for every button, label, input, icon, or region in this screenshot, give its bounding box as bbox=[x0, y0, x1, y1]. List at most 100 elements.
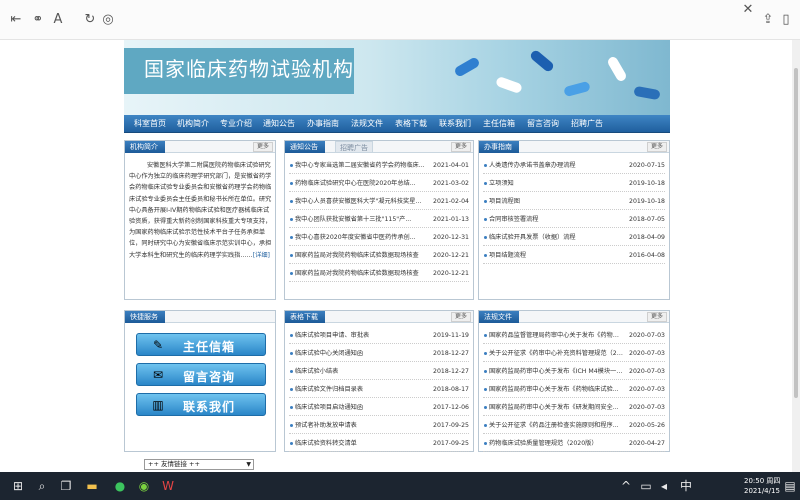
list-item[interactable]: 国家药品监督管理局药审中心关于发布《药物临床试验... 2020-07-03 bbox=[483, 327, 665, 344]
nav-item-recruitment[interactable]: 招聘广告 bbox=[571, 118, 603, 129]
tab-notices[interactable]: 通知公告 bbox=[285, 141, 325, 153]
link-icon[interactable]: ⚭ bbox=[30, 12, 46, 28]
list-item[interactable]: 国家药监局药审中心关于发布《研发期间安全... 2020-07-03 bbox=[483, 399, 665, 416]
item-title[interactable]: 国家药监局药审中心关于发布《药物临床试验... bbox=[489, 381, 624, 398]
share-icon[interactable]: ⇪ bbox=[760, 12, 776, 28]
item-title[interactable]: 立项须知 bbox=[489, 175, 624, 192]
list-item[interactable]: 合同审核签署流程 2018-07-05 bbox=[483, 211, 665, 228]
windows-start-icon[interactable]: ⊞ bbox=[10, 478, 26, 494]
clock[interactable]: 20:50 周四 2021/4/15 bbox=[744, 476, 780, 496]
list-item[interactable]: 关于公开征求《药品注册检查实施原则和程序... 2020-05-26 bbox=[483, 417, 665, 434]
item-title[interactable]: 人类遗传办承诺书盖章办理流程 bbox=[489, 157, 624, 174]
page-scrollbar[interactable] bbox=[792, 40, 800, 472]
detail-link[interactable]: [详细] bbox=[253, 252, 270, 259]
list-item[interactable]: 国家药监局药审中心关于发布《ICH M4模块一行... 2020-07-03 bbox=[483, 363, 665, 380]
item-title[interactable]: 临床试验小结表 bbox=[295, 363, 430, 380]
list-item[interactable]: 立项须知 2019-10-18 bbox=[483, 175, 665, 192]
list-item[interactable]: 药物临床试验质量管理规范（2020版） 2020-04-27 bbox=[483, 435, 665, 452]
item-title[interactable]: 临床试验开具发票（收据）流程 bbox=[489, 229, 624, 246]
scrollbar-thumb[interactable] bbox=[794, 68, 798, 398]
chevron-up-icon[interactable]: ^ bbox=[618, 478, 634, 494]
nav-item-about[interactable]: 机构简介 bbox=[177, 118, 209, 129]
close-icon[interactable]: ✕ bbox=[740, 2, 756, 18]
item-title[interactable]: 关于公开征求《药品注册检查实施原则和程序... bbox=[489, 417, 624, 434]
list-item[interactable]: 关于公开征求《药审中心补充资料管理规范（20... 2020-07-03 bbox=[483, 345, 665, 362]
list-item[interactable]: 我中心喜获2020年度安徽省中医药传承创... 2020-12-31 bbox=[289, 229, 469, 246]
refresh-icon[interactable]: ↻ bbox=[82, 12, 98, 28]
back-icon[interactable]: ⇤ bbox=[8, 12, 24, 28]
item-title[interactable]: 临床试验项目申请、审批表 bbox=[295, 327, 430, 344]
item-title[interactable]: 国家药监局药审中心关于发布《ICH M4模块一行... bbox=[489, 363, 624, 380]
item-title[interactable]: 项目流程图 bbox=[489, 193, 624, 210]
consult-button[interactable]: ✉ 留言咨询 bbox=[136, 363, 266, 386]
item-title[interactable]: 我中心人员喜获安徽医科大学"凝元科技奖星... bbox=[295, 193, 430, 210]
item-title[interactable]: 国家药监局对我院药物临床试验数据现场核查 bbox=[295, 247, 430, 264]
tab-recruitment[interactable]: 招聘广告 bbox=[335, 141, 373, 153]
more-button[interactable]: 更多 bbox=[450, 312, 471, 322]
list-item[interactable]: 项目结题流程 2016-04-08 bbox=[483, 247, 665, 264]
list-item[interactable]: 人类遗传办承诺书盖章办理流程 2020-07-15 bbox=[483, 157, 665, 174]
nav-item-specialties[interactable]: 专业介绍 bbox=[220, 118, 252, 129]
compass-icon[interactable]: ◎ bbox=[100, 12, 116, 28]
list-item[interactable]: 药物临床试验研究中心在医院2020年总结... 2021-03-02 bbox=[289, 175, 469, 192]
task-view-icon[interactable]: ❐ bbox=[58, 478, 74, 494]
volume-icon[interactable]: ◂ bbox=[656, 478, 672, 494]
item-title[interactable]: 国家药品监督管理局药审中心关于发布《药物临床试验... bbox=[489, 327, 624, 344]
director-mailbox-button[interactable]: ✎ 主任信箱 bbox=[136, 333, 266, 356]
list-item[interactable]: 临床试验资料转交清单 2017-09-25 bbox=[289, 435, 469, 452]
contact-button[interactable]: ▥ 联系我们 bbox=[136, 393, 266, 416]
list-item[interactable]: 预试者补助发放申请表 2017-09-25 bbox=[289, 417, 469, 434]
more-button[interactable]: 更多 bbox=[450, 142, 471, 152]
more-button[interactable]: 更多 bbox=[646, 312, 667, 322]
read-aloud-icon[interactable]: A bbox=[50, 12, 66, 28]
search-icon[interactable]: ⌕ bbox=[34, 478, 50, 494]
item-title[interactable]: 我中心喜获2020年度安徽省中医药传承创... bbox=[295, 229, 430, 246]
more-button[interactable]: 更多 bbox=[646, 142, 667, 152]
nav-item-downloads[interactable]: 表格下载 bbox=[395, 118, 427, 129]
list-item[interactable]: 临床试验小结表 2018-12-27 bbox=[289, 363, 469, 380]
item-title[interactable]: 关于公开征求《药审中心补充资料管理规范（20... bbox=[489, 345, 624, 362]
reading-list-icon[interactable]: ▯ bbox=[778, 12, 794, 28]
list-item[interactable]: 临床试验开具发票（收据）流程 2018-04-09 bbox=[483, 229, 665, 246]
list-item[interactable]: 临床试验中心关闭通知函 2018-12-27 bbox=[289, 345, 469, 362]
app-green-icon[interactable]: ◉ bbox=[136, 478, 152, 494]
ime-indicator[interactable]: 中 bbox=[678, 478, 694, 494]
nav-item-guide[interactable]: 办事指南 bbox=[307, 118, 339, 129]
item-title[interactable]: 临床试验资料转交清单 bbox=[295, 435, 430, 452]
list-item[interactable]: 临床试验项目启动通知函 2017-12-06 bbox=[289, 399, 469, 416]
item-title[interactable]: 药物临床试验研究中心在医院2020年总结... bbox=[295, 175, 430, 192]
friendly-links-select[interactable]: ++ 友情链接 ++ ▼ bbox=[144, 459, 254, 470]
network-icon[interactable]: ▭ bbox=[638, 478, 654, 494]
list-item[interactable]: 国家药监局药审中心关于发布《药物临床试验... 2020-07-03 bbox=[483, 381, 665, 398]
list-item[interactable]: 国家药监局对我院药物临床试验数据现场核查 2020-12-21 bbox=[289, 265, 469, 282]
item-title[interactable]: 项目结题流程 bbox=[489, 247, 624, 264]
nav-item-notices[interactable]: 通知公告 bbox=[263, 118, 295, 129]
item-title[interactable]: 药物临床试验质量管理规范（2020版） bbox=[489, 435, 624, 452]
wps-icon[interactable]: W bbox=[160, 478, 176, 494]
list-item[interactable]: 我中心团队获批安徽省第十三批"115"产... 2021-01-13 bbox=[289, 211, 469, 228]
nav-item-home[interactable]: 科室首页 bbox=[134, 118, 166, 129]
more-button[interactable]: 更多 bbox=[252, 142, 273, 152]
list-item[interactable]: 项目流程图 2019-10-18 bbox=[483, 193, 665, 210]
item-title[interactable]: 临床试验中心关闭通知函 bbox=[295, 345, 430, 362]
nav-item-regulations[interactable]: 法规文件 bbox=[351, 118, 383, 129]
item-title[interactable]: 国家药监局药审中心关于发布《研发期间安全... bbox=[489, 399, 624, 416]
list-item[interactable]: 临床试验项目申请、审批表 2019-11-19 bbox=[289, 327, 469, 344]
item-title[interactable]: 国家药监局对我院药物临床试验数据现场核查 bbox=[295, 265, 430, 282]
item-title[interactable]: 合同审核签署流程 bbox=[489, 211, 624, 228]
list-item[interactable]: 我中心人员喜获安徽医科大学"凝元科技奖星... 2021-02-04 bbox=[289, 193, 469, 210]
item-title[interactable]: 临床试验文件归档目录表 bbox=[295, 381, 430, 398]
item-title[interactable]: 预试者补助发放申请表 bbox=[295, 417, 430, 434]
item-title[interactable]: 我中心团队获批安徽省第十三批"115"产... bbox=[295, 211, 430, 228]
nav-item-contact[interactable]: 联系我们 bbox=[439, 118, 471, 129]
nav-item-consult[interactable]: 留言咨询 bbox=[527, 118, 559, 129]
list-item[interactable]: 国家药监局对我院药物临床试验数据现场核查 2020-12-21 bbox=[289, 247, 469, 264]
item-title[interactable]: 我中心专家当选第二届安徽省药学会药物临床... bbox=[295, 157, 430, 174]
notification-icon[interactable]: ▤ bbox=[782, 478, 798, 494]
list-item[interactable]: 我中心专家当选第二届安徽省药学会药物临床... 2021-04-01 bbox=[289, 157, 469, 174]
item-title[interactable]: 临床试验项目启动通知函 bbox=[295, 399, 430, 416]
wechat-icon[interactable]: ● bbox=[112, 478, 128, 494]
list-item[interactable]: 临床试验文件归档目录表 2018-08-17 bbox=[289, 381, 469, 398]
file-explorer-icon[interactable]: ▬ bbox=[84, 478, 100, 494]
nav-item-director-mailbox[interactable]: 主任信箱 bbox=[483, 118, 515, 129]
